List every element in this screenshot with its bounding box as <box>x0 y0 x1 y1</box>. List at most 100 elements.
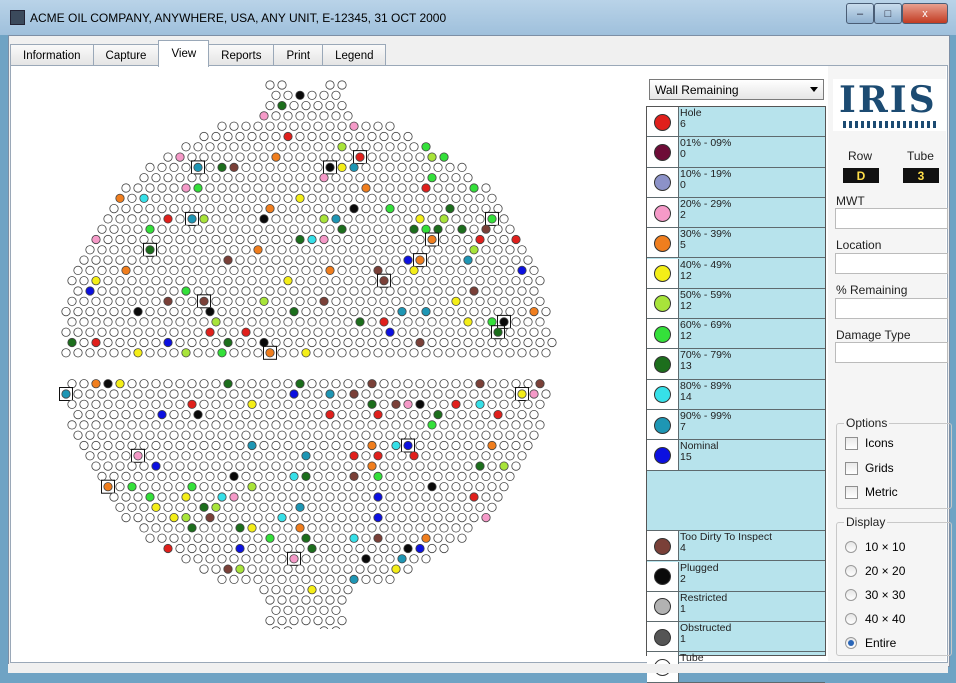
tube[interactable] <box>199 564 209 574</box>
tube[interactable] <box>439 337 449 348</box>
tube[interactable] <box>271 214 281 224</box>
tube[interactable] <box>343 543 353 554</box>
tube[interactable] <box>373 471 383 481</box>
tube[interactable] <box>373 430 383 440</box>
tube[interactable] <box>241 245 251 255</box>
tube[interactable] <box>391 564 401 574</box>
tube[interactable] <box>139 214 149 224</box>
tube[interactable] <box>349 554 359 564</box>
tube[interactable] <box>91 337 101 348</box>
tube[interactable] <box>205 224 215 234</box>
tube[interactable] <box>343 214 353 224</box>
tube[interactable] <box>487 214 497 224</box>
tube[interactable] <box>517 389 527 399</box>
tube[interactable] <box>415 482 425 492</box>
tube[interactable] <box>493 327 503 337</box>
tube[interactable] <box>301 430 311 440</box>
tube[interactable] <box>361 224 371 234</box>
tube[interactable] <box>433 389 443 399</box>
tube[interactable] <box>241 183 251 193</box>
tube[interactable] <box>217 265 227 275</box>
tube[interactable] <box>427 255 437 265</box>
tube[interactable] <box>301 265 311 275</box>
tube[interactable] <box>271 399 281 409</box>
grids-checkbox[interactable] <box>845 462 858 475</box>
tube[interactable] <box>331 420 341 430</box>
tube[interactable] <box>391 296 401 306</box>
tube[interactable] <box>415 523 425 533</box>
tube[interactable] <box>175 152 185 162</box>
tube[interactable] <box>343 440 353 451</box>
tube[interactable] <box>133 512 143 523</box>
tube[interactable] <box>121 265 131 275</box>
tube[interactable] <box>343 296 353 306</box>
tube[interactable] <box>451 173 461 183</box>
tube[interactable] <box>439 461 449 471</box>
tube[interactable] <box>367 440 377 451</box>
tube[interactable] <box>433 327 443 337</box>
tube[interactable] <box>181 471 191 481</box>
tube[interactable] <box>499 379 509 389</box>
tube[interactable] <box>133 286 143 296</box>
tube[interactable] <box>391 276 401 286</box>
tube[interactable] <box>253 245 263 255</box>
tube[interactable] <box>415 152 425 162</box>
tube[interactable] <box>199 482 209 492</box>
tube[interactable] <box>265 492 275 502</box>
tube[interactable] <box>307 523 317 533</box>
tube[interactable] <box>91 440 101 451</box>
tube[interactable] <box>523 317 533 327</box>
tube[interactable] <box>229 574 239 584</box>
tube[interactable] <box>397 327 407 337</box>
tube[interactable] <box>151 482 161 492</box>
tube[interactable] <box>217 409 227 420</box>
tube[interactable] <box>535 337 545 348</box>
tube[interactable] <box>133 471 143 481</box>
tube[interactable] <box>223 564 233 574</box>
tube[interactable] <box>379 482 389 492</box>
tube[interactable] <box>355 152 365 162</box>
tube[interactable] <box>205 409 215 420</box>
tube[interactable] <box>337 307 347 317</box>
tube[interactable] <box>367 461 377 471</box>
tube[interactable] <box>337 327 347 337</box>
tube[interactable] <box>457 327 467 337</box>
tube[interactable] <box>301 286 311 296</box>
tube[interactable] <box>385 307 395 317</box>
tube[interactable] <box>175 523 185 533</box>
tube[interactable] <box>169 533 179 543</box>
tube[interactable] <box>301 121 311 131</box>
tube[interactable] <box>373 554 383 564</box>
tube[interactable] <box>355 543 365 554</box>
tube[interactable] <box>325 389 335 399</box>
tube[interactable] <box>445 245 455 255</box>
tube[interactable] <box>193 554 203 564</box>
tube[interactable] <box>169 286 179 296</box>
tube[interactable] <box>331 379 341 389</box>
tube[interactable] <box>199 502 209 512</box>
tube[interactable] <box>253 204 263 214</box>
tube[interactable] <box>331 626 341 629</box>
tube[interactable] <box>259 420 269 430</box>
tube[interactable] <box>277 162 287 173</box>
tube[interactable] <box>253 512 263 523</box>
tube[interactable] <box>271 482 281 492</box>
tube[interactable] <box>307 234 317 245</box>
tube[interactable] <box>241 574 251 584</box>
tube[interactable] <box>175 255 185 265</box>
tube[interactable] <box>499 276 509 286</box>
tube[interactable] <box>211 296 221 306</box>
tube[interactable] <box>103 379 113 389</box>
tube[interactable] <box>349 327 359 337</box>
tube[interactable] <box>127 276 137 286</box>
tube[interactable] <box>235 276 245 286</box>
tube[interactable] <box>337 142 347 152</box>
tube[interactable] <box>175 193 185 203</box>
tab-information[interactable]: Information <box>10 44 94 67</box>
tube[interactable] <box>199 317 209 327</box>
tube[interactable] <box>199 337 209 348</box>
tube[interactable] <box>331 296 341 306</box>
tube[interactable] <box>463 193 473 203</box>
tube[interactable] <box>163 296 173 306</box>
tube[interactable] <box>283 296 293 306</box>
